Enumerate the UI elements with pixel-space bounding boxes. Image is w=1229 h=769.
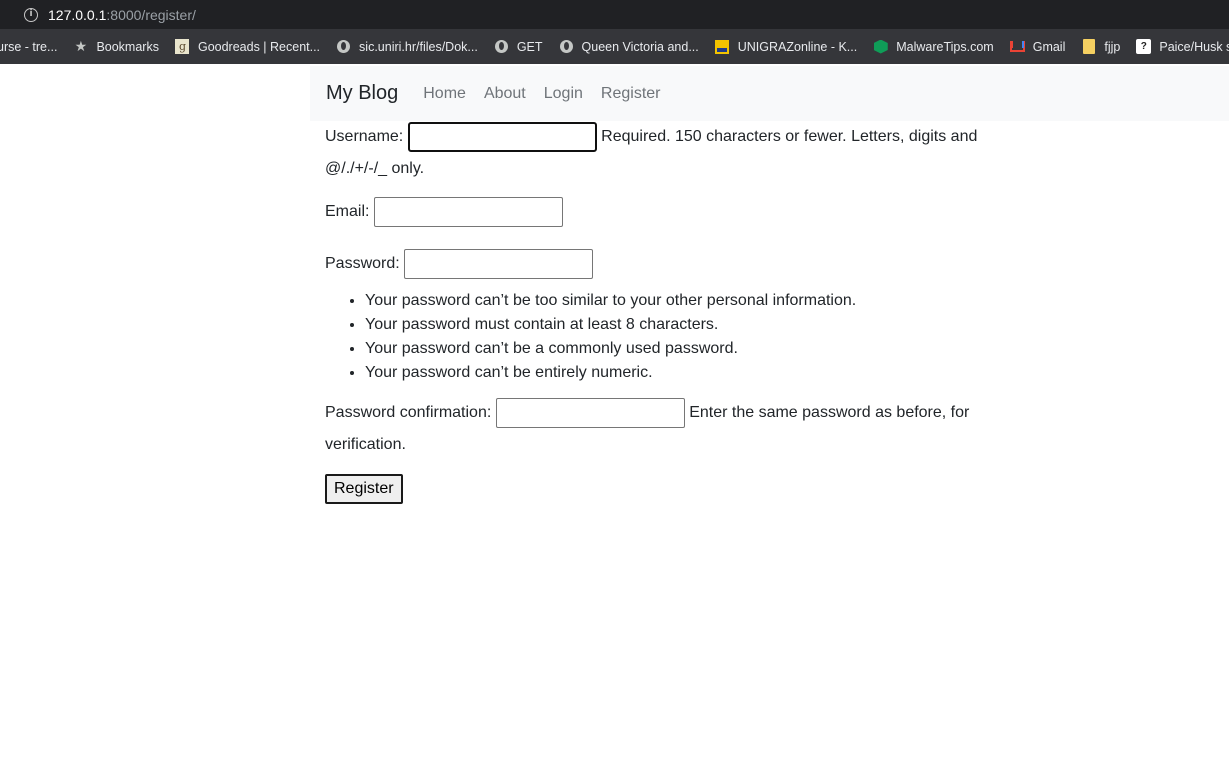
- password-rules-list: Your password can’t be too similar to yo…: [325, 289, 985, 385]
- globe-icon: [337, 40, 351, 53]
- list-item: Your password can’t be too similar to yo…: [365, 289, 985, 313]
- site-navbar: My Blog Home About Login Register: [310, 66, 1229, 121]
- password-input[interactable]: [404, 248, 594, 279]
- email-input[interactable]: [373, 197, 563, 228]
- brand-link[interactable]: My Blog: [326, 82, 398, 105]
- bookmark-label: GET: [516, 39, 543, 54]
- nav-link-register[interactable]: Register: [601, 85, 661, 103]
- bookmark-label: fjjp: [1104, 39, 1121, 54]
- nav-link-home[interactable]: Home: [423, 85, 466, 103]
- info-icon[interactable]: i: [24, 7, 38, 22]
- globe-icon: [559, 40, 573, 53]
- bookmark-label: sic.uniri.hr/files/Dok...: [359, 39, 478, 54]
- malwaretips-icon: [873, 39, 888, 54]
- registration-form: Username: Required. 150 characters or fe…: [325, 121, 985, 505]
- nav-link-about[interactable]: About: [484, 85, 526, 103]
- bookmark-label: Goodreads | Recent...: [197, 39, 321, 54]
- bookmark-item[interactable]: UNIGRAZonline - K...: [715, 39, 857, 54]
- bookmark-item[interactable]: ★ Bookmarks: [73, 38, 159, 55]
- unigraz-icon: [715, 39, 730, 54]
- folder-icon: [1082, 39, 1095, 54]
- bookmark-item[interactable]: ? Paice/Husk stemme: [1136, 39, 1229, 54]
- goodreads-icon: g: [175, 39, 190, 54]
- password-confirmation-label: Password confirmation:: [325, 403, 492, 421]
- gmail-icon: [1009, 41, 1025, 52]
- bookmark-item[interactable]: Queen Victoria and...: [559, 39, 699, 54]
- password-row: Password:: [325, 248, 985, 280]
- username-input[interactable]: [407, 122, 597, 152]
- bookmark-item[interactable]: urse - tre...: [0, 40, 57, 54]
- password-label: Password:: [325, 254, 400, 272]
- bookmark-label: UNIGRAZonline - K...: [737, 39, 858, 54]
- bookmark-label: Gmail: [1032, 39, 1066, 54]
- list-item: Your password must contain at least 8 ch…: [365, 313, 985, 337]
- password-confirmation-input[interactable]: [495, 397, 685, 428]
- globe-icon: [494, 40, 508, 53]
- bookmark-label: Queen Victoria and...: [581, 39, 699, 54]
- list-item: Your password can’t be entirely numeric.: [365, 361, 985, 385]
- browser-address-bar: i 127.0.0.1:8000/register/: [0, 0, 1229, 29]
- bookmark-label: MalwareTips.com: [896, 39, 994, 54]
- nav-link-login[interactable]: Login: [544, 85, 583, 103]
- register-button[interactable]: Register: [325, 474, 403, 505]
- email-label: Email:: [325, 203, 370, 221]
- username-label: Username:: [325, 128, 404, 145]
- bookmarks-bar: urse - tre... ★ Bookmarks g Goodreads | …: [0, 29, 1229, 64]
- bookmark-item[interactable]: g Goodreads | Recent...: [175, 39, 320, 54]
- bookmark-item[interactable]: MalwareTips.com: [873, 39, 994, 54]
- list-item: Your password can’t be a commonly used p…: [365, 337, 985, 361]
- star-icon: ★: [74, 38, 88, 55]
- bookmark-label: Bookmarks: [96, 39, 159, 54]
- bookmark-label: Paice/Husk stemme: [1159, 39, 1229, 54]
- bookmark-item[interactable]: GET: [494, 39, 543, 54]
- url-text[interactable]: 127.0.0.1:8000/register/: [48, 7, 196, 23]
- email-row: Email:: [325, 196, 985, 228]
- bookmark-item[interactable]: Gmail: [1009, 39, 1066, 54]
- placeholder-icon: ?: [1136, 39, 1152, 54]
- password-confirmation-row: Password confirmation: Enter the same pa…: [325, 397, 985, 461]
- omnibox[interactable]: i 127.0.0.1:8000/register/: [12, 0, 1229, 29]
- username-row: Username: Required. 150 characters or fe…: [325, 121, 985, 185]
- bookmark-item[interactable]: fjjp: [1081, 39, 1120, 54]
- bookmark-label: urse - tre...: [0, 39, 58, 54]
- bookmark-item[interactable]: sic.uniri.hr/files/Dok...: [336, 39, 478, 54]
